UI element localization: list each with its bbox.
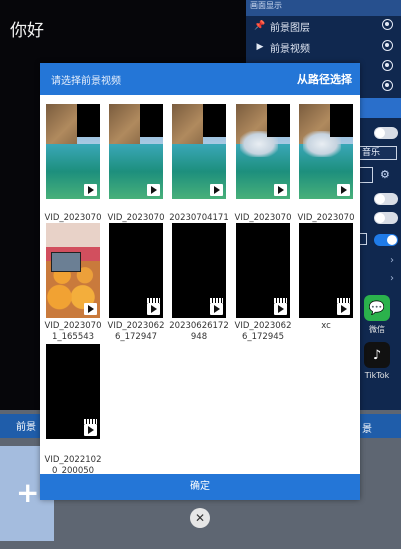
dialog-title: 请选择前景视频 <box>51 76 121 87</box>
play-icon <box>210 184 223 196</box>
play-icon <box>274 184 287 196</box>
panel-selected-bar <box>359 98 401 118</box>
eye-icon[interactable] <box>382 19 393 30</box>
confirm-button[interactable]: 确定 <box>40 474 360 500</box>
toggle-switch[interactable] <box>374 212 398 224</box>
toggle-switch-on[interactable] <box>374 234 398 246</box>
video-filename: 20230626172948 <box>169 321 229 342</box>
video-thumbnail[interactable] <box>236 104 290 199</box>
play-icon <box>274 303 287 315</box>
video-thumbnail[interactable] <box>172 223 226 318</box>
eye-icon[interactable] <box>382 40 393 51</box>
video-thumbnail[interactable] <box>299 223 353 318</box>
app-label: TikTok <box>364 371 390 380</box>
video-filename: VID_20230626_172945 <box>234 321 292 342</box>
video-thumbnail[interactable] <box>172 104 226 199</box>
video-thumbnail[interactable] <box>109 104 163 199</box>
chevron-right-icon[interactable]: › <box>390 273 394 284</box>
video-icon: ▶ <box>256 42 264 52</box>
video-thumbnail[interactable] <box>299 104 353 199</box>
play-icon <box>84 184 97 196</box>
input-box[interactable] <box>359 167 373 183</box>
play-icon <box>337 303 350 315</box>
play-icon <box>84 303 97 315</box>
video-thumbnail[interactable] <box>109 223 163 318</box>
toggle-switch[interactable] <box>374 127 398 139</box>
play-icon <box>210 303 223 315</box>
video-thumbnail[interactable] <box>236 223 290 318</box>
preview-title: 你好 <box>10 21 44 41</box>
app-tiktok[interactable]: ♪ TikTok <box>361 342 393 380</box>
toggle-switch[interactable] <box>374 193 398 205</box>
video-filename: VID_20230701_165543 <box>44 321 102 342</box>
play-icon <box>147 303 160 315</box>
layer-label: 前景视频 <box>270 43 310 55</box>
layer-row-foreground-image[interactable]: 📌 前景图层 <box>246 16 401 36</box>
app-label: 微信 <box>369 325 385 334</box>
input-box[interactable] <box>359 233 367 245</box>
music-field[interactable]: 音乐 <box>359 146 397 160</box>
video-filename: xc <box>321 321 331 331</box>
select-from-path-button[interactable]: 从路径选择 <box>297 71 352 87</box>
play-icon <box>337 184 350 196</box>
layer-row-foreground-video[interactable]: ▶ 前景视频 <box>246 37 401 57</box>
app-wechat[interactable]: 💬 微信 <box>361 295 393 335</box>
video-thumbnail[interactable] <box>46 344 100 439</box>
close-icon[interactable]: ✕ <box>190 508 210 528</box>
play-icon <box>84 424 97 436</box>
panel-header: 画面显示 <box>246 0 401 16</box>
pin-icon: 📌 <box>254 21 266 31</box>
plus-icon: + <box>16 476 40 509</box>
layer-label: 前景图层 <box>270 22 310 34</box>
gear-icon[interactable]: ⚙ <box>380 168 390 181</box>
video-filename: VID_20230626_172947 <box>107 321 165 342</box>
video-thumbnail[interactable] <box>46 223 100 318</box>
chevron-right-icon[interactable]: › <box>390 255 394 266</box>
wechat-icon: 💬 <box>364 295 390 321</box>
eye-icon[interactable] <box>382 60 393 71</box>
tiktok-icon: ♪ <box>364 342 390 368</box>
video-picker-dialog: 请选择前景视频 从路径选择 VID_20230704_171456VID_202… <box>40 63 360 500</box>
dialog-header: 请选择前景视频 从路径选择 <box>40 63 360 95</box>
tab-foreground[interactable]: 前景 <box>16 418 36 433</box>
video-thumbnail[interactable] <box>46 104 100 199</box>
tab-right[interactable]: 景 <box>362 420 372 435</box>
eye-icon[interactable] <box>382 80 393 91</box>
play-icon <box>147 184 160 196</box>
